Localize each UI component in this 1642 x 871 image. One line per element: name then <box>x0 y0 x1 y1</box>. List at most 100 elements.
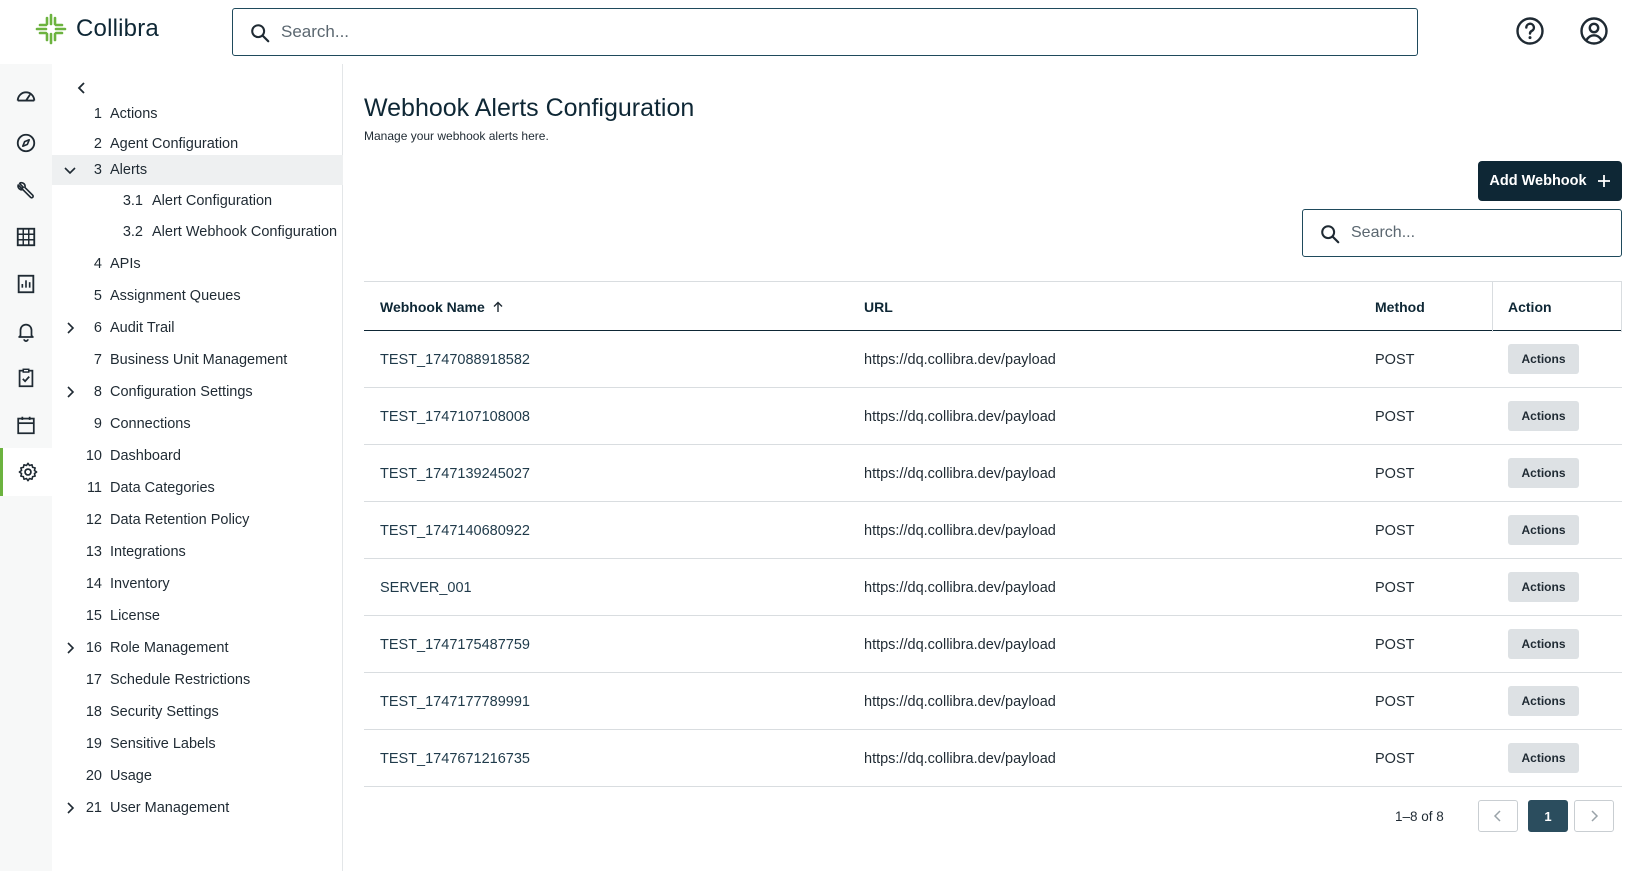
tree-item-number: 21 <box>85 800 102 816</box>
tree-item-assignment-queues[interactable]: 5 Assignment Queues <box>52 280 343 312</box>
tree-item-configuration-settings[interactable]: 8 Configuration Settings <box>52 376 343 408</box>
table-header: Webhook Name URL Method Action <box>364 281 1622 332</box>
user-account-icon[interactable] <box>1578 15 1610 47</box>
tree-item-label: Dashboard <box>110 448 181 464</box>
collibra-logo[interactable]: Collibra <box>34 12 159 46</box>
row-actions-button[interactable]: Actions <box>1508 458 1579 488</box>
row-actions-button[interactable]: Actions <box>1508 515 1579 545</box>
tree-item-connections[interactable]: 9 Connections <box>52 408 343 440</box>
method-cell: POST <box>1375 579 1415 596</box>
chevron-right-icon[interactable] <box>62 320 78 336</box>
tree-item-label: Role Management <box>110 640 229 656</box>
row-actions-button[interactable]: Actions <box>1508 743 1579 773</box>
webhooks-table: Webhook Name URL Method Action TEST_1747… <box>364 281 1622 787</box>
row-actions-button[interactable]: Actions <box>1508 401 1579 431</box>
row-actions-button[interactable]: Actions <box>1508 572 1579 602</box>
tree-item-data-retention-policy[interactable]: 12 Data Retention Policy <box>52 504 343 536</box>
tree-item-label: APIs <box>110 256 141 272</box>
tree-item-audit-trail[interactable]: 6 Audit Trail <box>52 312 343 344</box>
url-cell: https://dq.collibra.dev/payload <box>864 750 1056 767</box>
tree-item-label: Connections <box>110 416 191 432</box>
tree-item-number: 12 <box>85 512 102 528</box>
rail-tables[interactable] <box>0 213 52 261</box>
tree-item-usage[interactable]: 20 Usage <box>52 760 343 792</box>
help-icon[interactable] <box>1514 15 1546 47</box>
top-bar: Collibra <box>0 0 1642 64</box>
tree-item-label: Sensitive Labels <box>110 736 216 752</box>
table-search[interactable] <box>1302 209 1622 257</box>
tree-item-label: Assignment Queues <box>110 288 241 304</box>
previous-page-button[interactable] <box>1478 800 1518 832</box>
column-header-webhook-name[interactable]: Webhook Name <box>380 282 504 332</box>
tree-item-data-categories[interactable]: 11 Data Categories <box>52 472 343 504</box>
method-cell: POST <box>1375 636 1415 653</box>
brand-name: Collibra <box>76 15 159 42</box>
tree-item-role-management[interactable]: 16 Role Management <box>52 632 343 664</box>
rail-tools[interactable] <box>0 166 52 214</box>
tree-item-security-settings[interactable]: 18 Security Settings <box>52 696 343 728</box>
chevron-right-icon[interactable] <box>62 800 78 816</box>
rail-tasks[interactable] <box>0 354 52 402</box>
tree-item-number: 19 <box>85 736 102 752</box>
chevron-down-icon[interactable] <box>62 162 78 178</box>
tree-item-label: Alert Webhook Configuration <box>152 224 338 240</box>
global-search-input[interactable] <box>281 9 1401 55</box>
method-cell: POST <box>1375 351 1415 368</box>
rail-reports[interactable] <box>0 260 52 308</box>
plus-icon <box>1597 175 1610 187</box>
url-cell: https://dq.collibra.dev/payload <box>864 636 1056 653</box>
tree-item-schedule-restrictions[interactable]: 17 Schedule Restrictions <box>52 664 343 696</box>
table-search-input[interactable] <box>1351 210 1611 256</box>
page-button-current[interactable]: 1 <box>1528 800 1568 832</box>
webhook-name-cell: TEST_1747671216735 <box>380 750 530 767</box>
dashboard-icon <box>16 91 36 102</box>
webhook-name-cell: TEST_1747177789991 <box>380 693 530 710</box>
tree-item-alert-configuration[interactable]: 3.1 Alert Configuration <box>52 185 343 217</box>
tree-item-inventory[interactable]: 14 Inventory <box>52 568 343 600</box>
rail-explore[interactable] <box>0 119 52 167</box>
tree-item-alerts[interactable]: 3 Alerts <box>52 155 343 185</box>
tree-item-integrations[interactable]: 13 Integrations <box>52 536 343 568</box>
tree-item-actions[interactable]: 1 Actions <box>52 98 343 130</box>
table-row: TEST_1747671216735 https://dq.collibra.d… <box>364 730 1622 787</box>
clipboard-check-icon <box>18 368 34 388</box>
chevron-right-icon[interactable] <box>62 640 78 656</box>
rail-dashboard[interactable] <box>0 72 52 120</box>
tree-item-number: 1 <box>93 106 102 122</box>
tree-item-label: User Management <box>110 800 230 816</box>
search-icon <box>251 24 270 43</box>
url-cell: https://dq.collibra.dev/payload <box>864 579 1056 596</box>
tree-item-number: 5 <box>93 288 102 304</box>
global-search[interactable] <box>232 8 1418 56</box>
column-header-url[interactable]: URL <box>864 282 893 332</box>
webhook-name-cell: TEST_1747088918582 <box>380 351 530 368</box>
tree-item-business-unit-management[interactable]: 7 Business Unit Management <box>52 344 343 376</box>
tree-item-user-management[interactable]: 21 User Management <box>52 792 343 824</box>
collapse-nav-button[interactable] <box>70 76 94 100</box>
tree-item-apis[interactable]: 4 APIs <box>52 248 343 280</box>
collibra-logo-icon <box>35 13 67 45</box>
row-actions-button[interactable]: Actions <box>1508 686 1579 716</box>
tree-item-license[interactable]: 15 License <box>52 600 343 632</box>
tree-item-label: License <box>110 608 160 624</box>
tree-item-alert-webhook-configuration[interactable]: 3.2 Alert Webhook Configuration <box>52 216 343 248</box>
tree-item-number: 2 <box>93 136 102 152</box>
tree-item-sensitive-labels[interactable]: 19 Sensitive Labels <box>52 728 343 760</box>
rail-calendar[interactable] <box>0 401 52 449</box>
table-row: TEST_1747088918582 https://dq.collibra.d… <box>364 331 1622 388</box>
add-webhook-button[interactable]: Add Webhook <box>1478 161 1622 201</box>
tree-item-dashboard[interactable]: 10 Dashboard <box>52 440 343 472</box>
row-actions-button[interactable]: Actions <box>1508 344 1579 374</box>
table-row: TEST_1747139245027 https://dq.collibra.d… <box>364 445 1622 502</box>
row-actions-button[interactable]: Actions <box>1508 629 1579 659</box>
method-cell: POST <box>1375 693 1415 710</box>
rail-notifications[interactable] <box>0 307 52 355</box>
tree-item-label: Audit Trail <box>110 320 175 336</box>
column-header-method[interactable]: Method <box>1375 282 1425 332</box>
next-page-button[interactable] <box>1574 800 1614 832</box>
tree-item-number: 15 <box>85 608 102 624</box>
chevron-right-icon[interactable] <box>62 384 78 400</box>
sort-ascending-icon[interactable] <box>492 301 504 313</box>
column-header-label: Webhook Name <box>380 299 485 315</box>
rail-settings[interactable] <box>0 448 52 496</box>
